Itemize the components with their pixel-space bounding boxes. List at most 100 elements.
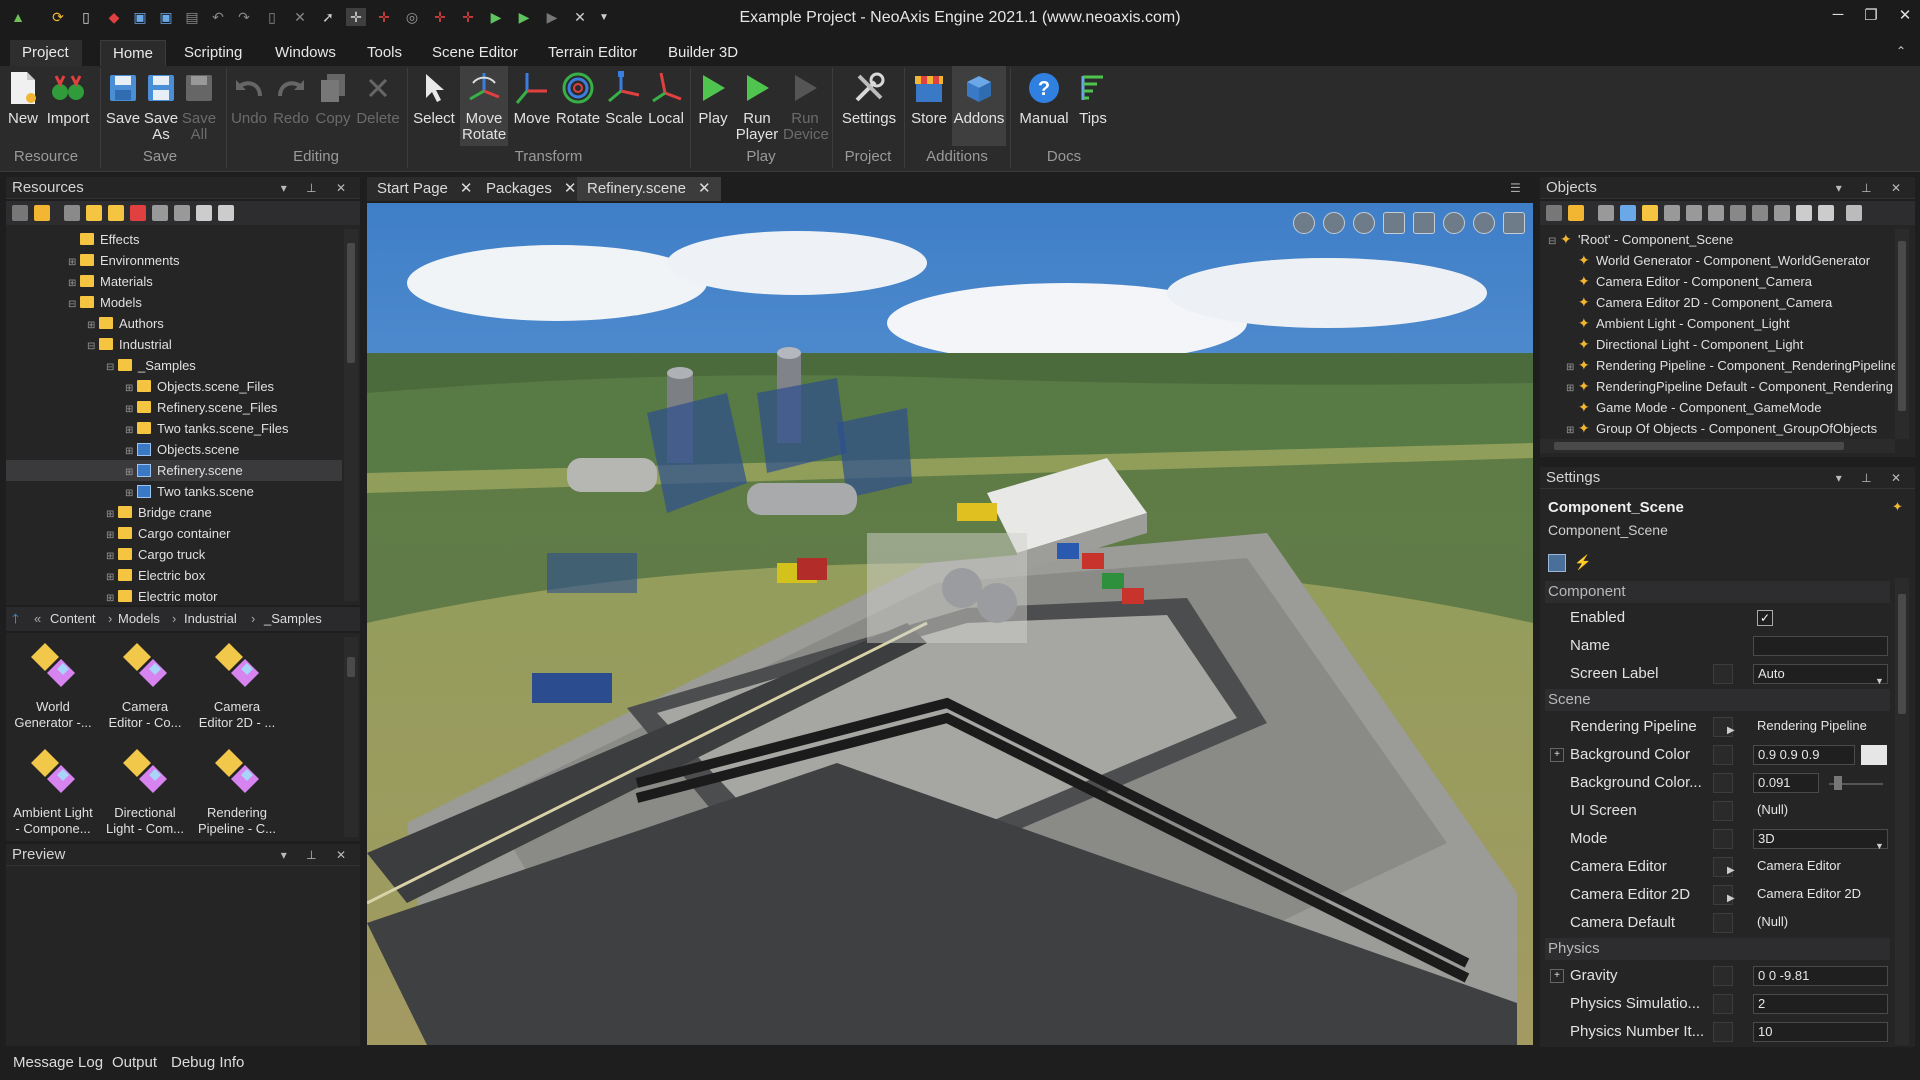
tab-debug-info[interactable]: Debug Info xyxy=(171,1054,244,1071)
component-tile[interactable]: Camera Editor - Co... xyxy=(100,641,190,731)
category-physics[interactable]: Physics xyxy=(1545,938,1890,960)
grid-toggle-icon[interactable] xyxy=(1383,212,1405,234)
resource-tree-item[interactable]: ⊞ Two tanks.scene xyxy=(6,481,342,502)
expand-plus-icon[interactable]: + xyxy=(1550,969,1564,983)
resource-tree-item[interactable]: ⊞ Refinery.scene_Files xyxy=(6,397,342,418)
expand-toggle-icon[interactable]: ⊞ xyxy=(1566,378,1578,399)
resource-tree-item[interactable]: ⊟ _Samples xyxy=(6,355,342,376)
display-mode-icon[interactable] xyxy=(1323,212,1345,234)
tab-output[interactable]: Output xyxy=(112,1054,157,1071)
sun-icon[interactable] xyxy=(1473,212,1495,234)
resource-tree-item[interactable]: ⊞ Bridge crane xyxy=(6,502,342,523)
select-button[interactable]: Select xyxy=(410,66,458,146)
save-as-button[interactable]: Save As xyxy=(142,66,180,146)
new-resource-icon[interactable] xyxy=(108,205,124,221)
physics-simulation-input[interactable]: 2 xyxy=(1753,994,1888,1014)
component-tile[interactable]: Ambient Light - Compone... xyxy=(8,747,98,837)
settings-tool-icon[interactable] xyxy=(1546,205,1562,221)
category-scene[interactable]: Scene xyxy=(1545,689,1890,711)
component-tile[interactable]: Camera Editor 2D - ... xyxy=(192,641,282,731)
tab-scripting[interactable]: Scripting xyxy=(172,40,254,66)
expand-toggle-icon[interactable]: ⊞ xyxy=(106,567,118,588)
panel-window-buttons[interactable]: ▾ ⊥ ✕ xyxy=(281,177,354,199)
reset-value-icon[interactable] xyxy=(1713,994,1733,1014)
tab-windows[interactable]: Windows xyxy=(263,40,348,66)
component-tile[interactable]: World Generator -... xyxy=(8,641,98,731)
expand-toggle-icon[interactable]: ⊞ xyxy=(68,273,80,294)
object-tree-item[interactable]: ✦ Camera Editor 2D - Component_Camera xyxy=(1540,292,1890,313)
cut-icon[interactable] xyxy=(174,205,190,221)
up-arrow-icon[interactable]: 🡑 xyxy=(12,607,19,631)
expand-toggle-icon[interactable]: ⊞ xyxy=(1566,357,1578,378)
resource-tree-item[interactable]: Effects xyxy=(6,229,342,250)
expand-toggle-icon[interactable]: ⊞ xyxy=(125,378,137,399)
resource-tree-item[interactable]: ⊞ Environments xyxy=(6,250,342,271)
category-component[interactable]: Component xyxy=(1545,581,1890,603)
color-swatch[interactable] xyxy=(1861,745,1887,765)
shading-icon[interactable] xyxy=(1353,212,1375,234)
name-input[interactable] xyxy=(1753,636,1888,656)
edit-object-icon[interactable] xyxy=(1642,205,1658,221)
background-color-input[interactable]: 0.9 0.9 0.9 xyxy=(1753,745,1855,765)
expand-toggle-icon[interactable]: ⊞ xyxy=(106,525,118,546)
move-rotate-button[interactable]: Move Rotate xyxy=(460,66,508,146)
scene-viewport[interactable] xyxy=(367,203,1533,1045)
expand-toggle-icon[interactable]: ⊞ xyxy=(68,252,80,273)
resource-tree-item[interactable]: ⊟ Models xyxy=(6,292,342,313)
manual-button[interactable]: ? Manual xyxy=(1016,66,1072,146)
objects-scrollbar[interactable] xyxy=(1895,229,1909,439)
breadcrumb-samples[interactable]: _Samples xyxy=(264,607,322,631)
gravity-input[interactable]: 0 0 -9.81 xyxy=(1753,966,1888,986)
physics-number-input[interactable]: 10 xyxy=(1753,1022,1888,1042)
new-object-icon[interactable] xyxy=(1598,205,1614,221)
save-button[interactable]: Save xyxy=(104,66,142,146)
import-button[interactable]: Import xyxy=(44,66,92,146)
copy-button[interactable]: Copy xyxy=(312,66,354,146)
objects-hscrollbar[interactable] xyxy=(1540,439,1895,453)
object-tree-item[interactable]: ✦ Directional Light - Component_Light xyxy=(1540,334,1890,355)
expand-toggle-icon[interactable]: ⊞ xyxy=(106,546,118,567)
expand-toggle-icon[interactable]: ⊞ xyxy=(125,483,137,504)
object-tree-item[interactable]: ✦ Game Mode - Component_GameMode xyxy=(1540,397,1890,418)
ui-screen-value[interactable]: (Null) xyxy=(1753,801,1888,821)
events-tab-icon[interactable]: ⚡ xyxy=(1574,554,1591,571)
object-tree-item[interactable]: ✦ World Generator - Component_WorldGenera… xyxy=(1540,250,1890,271)
resource-tree-item[interactable]: ⊞ Refinery.scene xyxy=(6,460,342,481)
object-tree-item[interactable]: ⊞ ✦ Group Of Objects - Component_GroupOfOb… xyxy=(1540,418,1890,439)
expand-toggle-icon[interactable]: ⊟ xyxy=(68,294,80,315)
resource-tree-item[interactable]: ⊞ Authors xyxy=(6,313,342,334)
delete-button[interactable]: Delete xyxy=(354,66,402,146)
move-button[interactable]: Move xyxy=(510,66,554,146)
reset-value-icon[interactable] xyxy=(1713,913,1733,933)
resource-tree-item[interactable]: ⊞ Cargo container xyxy=(6,523,342,544)
object-tree-item[interactable]: ✦ Ambient Light - Component_Light xyxy=(1540,313,1890,334)
camera-default-value[interactable]: (Null) xyxy=(1753,913,1888,933)
expand-toggle-icon[interactable]: ⊞ xyxy=(125,441,137,462)
scale-button[interactable]: Scale xyxy=(602,66,646,146)
copy-tool-icon[interactable] xyxy=(196,205,212,221)
rename-object-icon[interactable] xyxy=(1686,205,1702,221)
component-tile[interactable]: Rendering Pipeline - C... xyxy=(192,747,282,837)
camera-icon[interactable] xyxy=(1503,212,1525,234)
tips-button[interactable]: Tips xyxy=(1072,66,1114,146)
lighting-icon[interactable] xyxy=(1443,212,1465,234)
new-folder-icon[interactable] xyxy=(86,205,102,221)
tab-project[interactable]: Project xyxy=(10,40,82,66)
resource-tree-item[interactable]: ⊞ Materials xyxy=(6,271,342,292)
copy-icon[interactable] xyxy=(1796,205,1812,221)
maximize-button[interactable]: ❐ xyxy=(1856,6,1886,28)
move-up-icon[interactable] xyxy=(1730,205,1746,221)
paste-icon[interactable] xyxy=(218,205,234,221)
add-object-icon[interactable] xyxy=(1568,205,1584,221)
expand-toggle-icon[interactable]: ⊞ xyxy=(125,399,137,420)
expand-toggle-icon[interactable]: ⊞ xyxy=(125,462,137,483)
play-button[interactable]: Play xyxy=(694,66,732,146)
camera-editor-2d-value[interactable]: Camera Editor 2D xyxy=(1753,885,1888,905)
close-tab-icon[interactable]: ✕ xyxy=(564,180,577,197)
tab-tools[interactable]: Tools xyxy=(355,40,414,66)
resource-tree-item[interactable]: ⊞ Objects.scene xyxy=(6,439,342,460)
reset-value-icon[interactable] xyxy=(1713,664,1733,684)
enabled-checkbox[interactable]: ✓ xyxy=(1757,610,1773,626)
tab-packages[interactable]: Packages ✕ xyxy=(476,177,587,201)
screen-label-select[interactable]: Auto xyxy=(1753,664,1888,684)
